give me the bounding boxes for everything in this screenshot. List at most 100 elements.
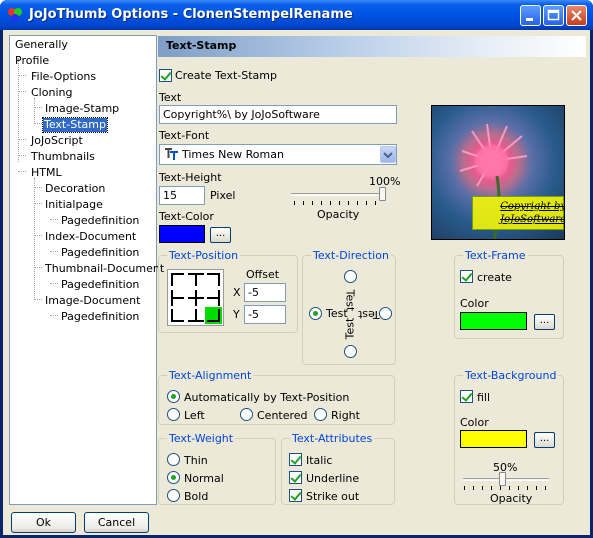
align-centered-radio[interactable] [240, 408, 253, 421]
direction-up-label: Test [343, 289, 357, 312]
text-attributes-title: Text-Attributes [290, 432, 375, 445]
direction-right-radio[interactable] [379, 307, 392, 320]
tree-item-image-document[interactable]: Image-Document [44, 294, 141, 308]
minimize-button[interactable] [520, 5, 541, 26]
frame-color-label: Color [460, 297, 489, 310]
create-text-stamp-checkbox[interactable] [159, 69, 172, 82]
position-grid[interactable] [167, 269, 224, 326]
underline-checkbox[interactable] [289, 471, 302, 484]
section-header: Text-Stamp [158, 36, 586, 57]
tree-item-thumbnail-document[interactable]: Thumbnail-Document [44, 262, 165, 276]
weight-thin-label: Thin [184, 454, 208, 467]
background-opacity-track [463, 478, 549, 481]
maximize-button[interactable] [543, 5, 564, 26]
text-color-picker-button[interactable]: ... [210, 227, 231, 243]
direction-left-radio[interactable] [309, 307, 322, 320]
tree-item-generally[interactable]: Generally [14, 38, 69, 52]
tree-item-index-document[interactable]: Index-Document [44, 230, 137, 244]
options-window: JoJoThumb Options - ClonenStempelRename [0, 0, 593, 538]
background-fill-checkbox[interactable] [460, 390, 473, 403]
align-left-label: Left [184, 409, 205, 422]
ok-button[interactable]: Ok [11, 512, 76, 533]
background-color-label: Color [460, 416, 489, 429]
tree-item-initialpage[interactable]: Initialpage [44, 198, 104, 212]
tree-item-jojoscript[interactable]: JoJoScript [30, 134, 84, 148]
offset-y-input[interactable]: -5 [244, 305, 286, 324]
background-color-picker-button[interactable]: ... [534, 432, 555, 448]
frame-create-label: create [477, 271, 512, 284]
text-weight-title: Text-Weight [167, 432, 236, 445]
text-direction-title: Text-Direction [311, 249, 391, 262]
background-opacity-ticks [464, 486, 546, 490]
text-color-swatch[interactable] [159, 225, 205, 243]
tree-item-file-options[interactable]: File-Options [30, 70, 97, 84]
text-font-select[interactable]: Times New Roman [159, 144, 397, 165]
tree-item-text-stamp[interactable]: Text-Stamp [42, 117, 108, 133]
text-background-group: Text-Background fill Color ... 50% Opaci… [454, 369, 564, 505]
offset-x-label: X [233, 286, 241, 299]
tree-item-cloning[interactable]: Cloning [30, 86, 73, 100]
text-direction-group: Text-Direction Test Test Test Test [302, 249, 396, 365]
section-title: Text-Stamp [166, 39, 237, 52]
align-centered-label: Centered [257, 409, 308, 422]
tree-item-thumbnails[interactable]: Thumbnails [30, 150, 96, 164]
pixel-unit-label: Pixel [210, 189, 236, 202]
strikeout-checkbox[interactable] [289, 489, 302, 502]
text-weight-group: Text-Weight Thin Normal Bold [158, 432, 276, 505]
weight-normal-label: Normal [184, 472, 224, 485]
tree-item-pagedefinition[interactable]: Pagedefinition [60, 214, 140, 228]
background-opacity-slider-thumb[interactable] [499, 472, 506, 486]
text-opacity-slider-thumb[interactable] [379, 187, 386, 201]
text-position-title: Text-Position [167, 249, 241, 262]
text-opacity-ticks [294, 201, 378, 205]
cancel-button[interactable]: Cancel [84, 512, 149, 533]
font-dropdown-button[interactable] [380, 146, 396, 163]
text-height-input[interactable]: 15 [159, 186, 205, 205]
weight-normal-radio[interactable] [167, 471, 180, 484]
text-input[interactable]: Copyright%\ by JoJoSoftware [159, 105, 397, 124]
italic-checkbox[interactable] [289, 453, 302, 466]
frame-color-picker-button[interactable]: ... [534, 314, 555, 330]
preview-stamp-text: Copyright by JoJoSoftware [500, 201, 565, 225]
text-alignment-group: Text-Alignment Automatically by Text-Pos… [158, 369, 395, 425]
stamp-preview-image: Copyright by JoJoSoftware [431, 105, 565, 240]
tree-item-decoration[interactable]: Decoration [44, 182, 106, 196]
text-opacity-label: Opacity [317, 208, 360, 221]
options-tree[interactable]: Generally Profile File-Options Cloning I… [9, 35, 164, 505]
tree-item-pagedefinition[interactable]: Pagedefinition [60, 310, 140, 324]
tree-item-image-stamp[interactable]: Image-Stamp [44, 102, 120, 116]
text-font-label: Text-Font [159, 129, 210, 142]
align-auto-radio[interactable] [167, 390, 180, 403]
tree-item-pagedefinition[interactable]: Pagedefinition [60, 278, 140, 292]
offset-x-input[interactable]: -5 [244, 283, 286, 302]
tree-item-html[interactable]: HTML [30, 166, 63, 180]
position-grid-icons [171, 273, 222, 324]
weight-bold-label: Bold [184, 490, 209, 503]
close-icon [571, 10, 582, 21]
direction-down-label: Test [343, 317, 357, 340]
text-background-title: Text-Background [463, 369, 559, 382]
align-right-radio[interactable] [314, 408, 327, 421]
create-text-stamp-label: Create Text-Stamp [175, 69, 277, 82]
background-color-swatch[interactable] [460, 430, 527, 448]
direction-up-radio[interactable] [344, 270, 357, 283]
align-left-radio[interactable] [167, 408, 180, 421]
truetype-font-icon [165, 148, 178, 160]
close-button[interactable] [566, 5, 587, 26]
text-color-label: Text-Color [159, 210, 214, 223]
title-bar[interactable]: JoJoThumb Options - ClonenStempelRename [0, 0, 593, 30]
tree-item-profile[interactable]: Profile [14, 54, 50, 68]
frame-create-checkbox[interactable] [460, 270, 473, 283]
weight-thin-radio[interactable] [167, 453, 180, 466]
font-value: Times New Roman [182, 148, 284, 161]
background-fill-label: fill [477, 391, 491, 404]
italic-label: Italic [306, 454, 333, 467]
text-alignment-title: Text-Alignment [167, 369, 254, 382]
text-attributes-group: Text-Attributes Italic Underline Strike … [281, 432, 395, 505]
align-auto-label: Automatically by Text-Position [184, 391, 350, 404]
direction-down-radio[interactable] [344, 345, 357, 358]
frame-color-swatch[interactable] [460, 312, 527, 330]
tree-item-pagedefinition[interactable]: Pagedefinition [60, 246, 140, 260]
text-height-label: Text-Height [159, 171, 222, 184]
weight-bold-radio[interactable] [167, 489, 180, 502]
